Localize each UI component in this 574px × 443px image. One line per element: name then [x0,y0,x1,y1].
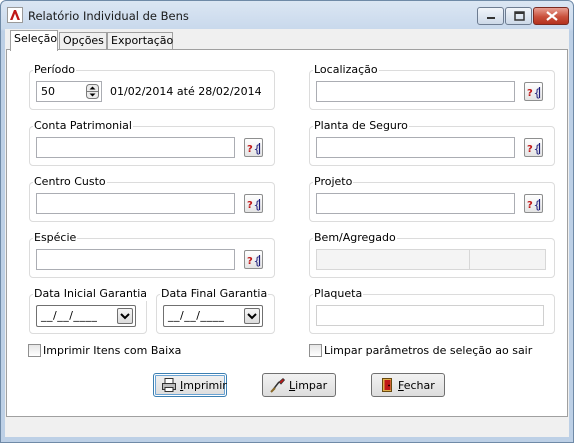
conta-patrimonial-label: Conta Patrimonial [33,119,133,133]
data-inicial-garantia-group: Data Inicial Garantia __/__/____ [29,287,149,334]
data-inicial-garantia-value: __/__/____ [41,309,98,322]
periodo-spinner[interactable]: 50 [36,81,102,102]
minimize-icon [487,17,495,19]
centro-custo-label: Centro Custo [33,175,107,189]
search-lookup-icon: ? { [247,143,261,156]
periodo-label: Período [33,63,77,77]
limpar-label: Limpar [289,379,328,392]
imprimir-baixa-checkbox[interactable] [28,344,41,357]
app-logo-icon [7,7,23,23]
projeto-group: Projeto ? { [309,175,555,222]
plaqueta-input[interactable] [316,305,544,326]
search-lookup-icon: ? { [527,199,541,212]
door-exit-icon [382,378,392,392]
title-bar[interactable]: Relatório Individual de Bens [1,1,573,29]
svg-text:?: ? [527,144,533,155]
printer-icon [162,378,176,392]
especie-search-button[interactable]: ? { [244,250,263,269]
maximize-icon [514,11,525,21]
bem-agregado-label: Bem/Agregado [313,231,397,245]
svg-text:?: ? [527,200,533,211]
spin-up-down-icon[interactable] [86,84,99,99]
periodo-group: Período 50 01/02/2014 até 28/02/2014 [29,63,275,110]
planta-seguro-group: Planta de Seguro ? { [309,119,555,166]
close-icon [546,11,558,21]
imprimir-label: Imprimir [180,379,227,392]
tab-exportacao[interactable]: Exportação [107,32,173,50]
periodo-range-text: 01/02/2014 até 28/02/2014 [110,85,262,98]
especie-group: Espécie ? { [29,231,275,278]
planta-seguro-label: Planta de Seguro [313,119,409,133]
conta-patrimonial-group: Conta Patrimonial ? { [29,119,275,166]
data-inicial-dropdown-button[interactable] [117,308,133,324]
maximize-button[interactable] [505,7,532,25]
limpar-button[interactable]: Limpar [262,373,336,397]
centro-custo-search-button[interactable]: ? { [244,194,263,213]
localizacao-label: Localização [313,63,379,77]
bem-agregado-group: Bem/Agregado [309,231,555,278]
dialog-window: Relatório Individual de Bens Seleção Opç… [0,0,574,443]
plaqueta-label: Plaqueta [313,287,364,301]
chevron-down-icon [120,313,130,320]
imprimir-button[interactable]: Imprimir [153,373,227,397]
centro-custo-input[interactable] [36,193,235,214]
projeto-label: Projeto [313,175,354,189]
especie-label: Espécie [33,231,78,245]
data-final-garantia-group: Data Final Garantia __/__/____ [156,287,275,334]
svg-text:?: ? [247,144,253,155]
search-lookup-icon: ? { [247,199,261,212]
chevron-down-icon [247,313,257,320]
data-inicial-garantia-picker[interactable]: __/__/____ [36,305,136,327]
fechar-button[interactable]: Fechar [371,373,445,397]
conta-patrimonial-input[interactable] [36,137,235,158]
minimize-button[interactable] [477,7,504,25]
periodo-value: 50 [41,85,55,98]
search-lookup-icon: ? { [527,143,541,156]
search-lookup-icon: ? { [247,255,261,268]
limpar-parametros-label: Limpar parâmetros de seleção ao sair [324,344,533,357]
plaqueta-group: Plaqueta [309,287,555,334]
svg-text:?: ? [247,256,253,267]
tab-opcoes[interactable]: Opções [59,32,107,50]
data-final-garantia-label: Data Final Garantia [160,287,269,301]
data-final-garantia-value: __/__/____ [168,309,225,322]
tab-panel-selecao: Período 50 01/02/2014 até 28/02/2014 Con… [6,49,568,417]
limpar-parametros-checkbox[interactable] [309,344,322,357]
tab-selecao[interactable]: Seleção [10,30,58,51]
data-final-dropdown-button[interactable] [244,308,260,324]
fechar-label: Fechar [398,379,435,392]
eraser-icon [270,377,286,393]
window-title: Relatório Individual de Bens [28,9,189,23]
localizacao-group: Localização ? { [309,63,555,110]
svg-text:?: ? [247,200,253,211]
data-final-garantia-picker[interactable]: __/__/____ [163,305,263,327]
svg-text:?: ? [527,88,533,99]
search-lookup-icon: ? { [527,87,541,100]
agregado-input[interactable] [469,249,546,270]
projeto-search-button[interactable]: ? { [524,194,543,213]
planta-seguro-input[interactable] [316,137,515,158]
data-inicial-garantia-label: Data Inicial Garantia [33,287,149,301]
conta-patrimonial-search-button[interactable]: ? { [244,138,263,157]
close-button[interactable] [533,7,569,25]
projeto-input[interactable] [316,193,515,214]
planta-seguro-search-button[interactable]: ? { [524,138,543,157]
bem-input[interactable] [316,249,470,270]
localizacao-search-button[interactable]: ? { [524,82,543,101]
especie-input[interactable] [36,249,235,270]
centro-custo-group: Centro Custo ? { [29,175,275,222]
imprimir-baixa-label: Imprimir Itens com Baixa [43,344,182,357]
localizacao-input[interactable] [316,81,515,102]
